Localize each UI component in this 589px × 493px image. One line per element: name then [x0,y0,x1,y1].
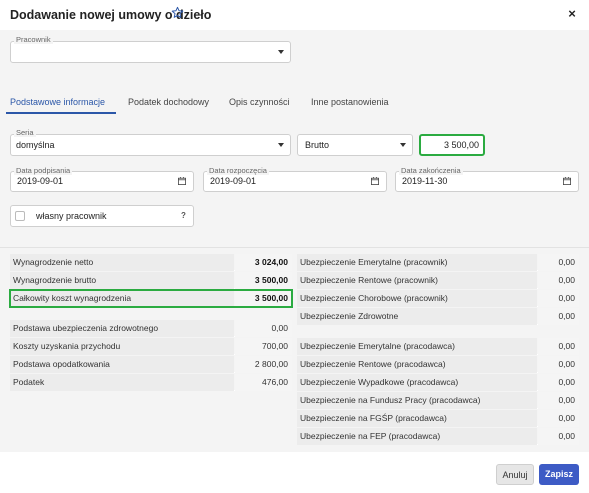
end-date-label: Data zakończenia [399,166,463,175]
row-label: Wynagrodzenie netto [10,254,234,271]
seria-label: Seria [14,128,36,137]
row-value: 0,00 [538,272,579,289]
table-row: Wynagrodzenie brutto 3 500,00 [10,272,292,289]
row-value: 0,00 [538,290,579,307]
sign-date-label: Data podpisania [14,166,73,175]
start-date-label: Data rozpoczęcia [207,166,269,175]
table-row: Ubezpieczenie Emerytalne (pracownik) 0,00 [297,254,579,271]
employee-insurance-table: Ubezpieczenie Emerytalne (pracownik) 0,00… [297,254,579,326]
table-row: Koszty uzyskania przychodu 700,00 [10,338,292,355]
help-icon[interactable]: ? [181,211,186,220]
amount-type-value: Brutto [305,140,330,150]
row-label: Ubezpieczenie Rentowe (pracownik) [297,272,537,289]
table-row: Ubezpieczenie na FGŚP (pracodawca) 0,00 [297,410,579,427]
seria-select[interactable]: domyślna [10,134,291,156]
row-value: 2 800,00 [235,356,292,373]
employee-select[interactable] [10,41,291,63]
sign-date-value: 2019-09-01 [17,176,64,186]
row-value: 3 024,00 [235,254,292,271]
tab-activity-description[interactable]: Opis czynności [229,97,290,107]
table-row: Podstawa ubezpieczenia zdrowotnego 0,00 [10,320,292,337]
calendar-icon[interactable] [371,177,379,185]
tab-other-provisions[interactable]: Inne postanowienia [311,97,389,107]
chevron-down-icon [278,143,284,147]
row-label: Ubezpieczenie na FGŚP (pracodawca) [297,410,537,427]
tab-basic-info[interactable]: Podstawowe informacje [10,97,105,107]
amount-type-select[interactable]: Brutto [297,134,413,156]
cancel-button[interactable]: Anuluj [496,464,534,485]
row-value: 0,00 [538,374,579,391]
row-label: Ubezpieczenie Emerytalne (pracownik) [297,254,537,271]
row-value: 3 500,00 [235,272,292,289]
start-date-value: 2019-09-01 [210,176,257,186]
row-value: 0,00 [235,320,292,337]
row-label: Ubezpieczenie Emerytalne (pracodawca) [297,338,537,355]
row-value: 0,00 [538,308,579,325]
employer-insurance-table: Ubezpieczenie Emerytalne (pracodawca) 0,0… [297,338,579,446]
own-employee-row: własny pracownik ? [10,205,194,227]
table-row: Ubezpieczenie na Fundusz Pracy (pracodaw… [297,392,579,409]
row-value: 0,00 [538,392,579,409]
highlight-frame [9,289,293,308]
row-value: 476,00 [235,374,292,391]
table-row: Podstawa opodatkowania 2 800,00 [10,356,292,373]
table-row: Podatek 476,00 [10,374,292,391]
table-row: Ubezpieczenie Wypadkowe (pracodawca) 0,00 [297,374,579,391]
row-label: Podstawa ubezpieczenia zdrowotnego [10,320,234,337]
table-row: Ubezpieczenie Emerytalne (pracodawca) 0,0… [297,338,579,355]
star-icon[interactable] [171,6,184,19]
divider [0,247,589,248]
table-row: Wynagrodzenie netto 3 024,00 [10,254,292,271]
row-value: 0,00 [538,356,579,373]
row-value: 0,00 [538,338,579,355]
tab-income-tax[interactable]: Podatek dochodowy [128,97,209,107]
table-row: Ubezpieczenie Chorobowe (pracownik) 0,00 [297,290,579,307]
row-label: Ubezpieczenie na FEP (pracodawca) [297,428,537,445]
calendar-icon[interactable] [563,177,571,185]
chevron-down-icon [400,143,406,147]
amount-value: 3 500,00 [443,140,479,150]
own-employee-checkbox[interactable] [15,211,25,221]
close-icon[interactable]: × [566,7,578,20]
row-label: Wynagrodzenie brutto [10,272,234,289]
seria-value: domyślna [16,140,55,150]
salary-summary-table: Wynagrodzenie netto 3 024,00 Wynagrodzenie… [9,254,293,308]
row-label: Ubezpieczenie Wypadkowe (pracodawca) [297,374,537,391]
own-employee-label: własny pracownik [36,211,107,221]
row-value: 700,00 [235,338,292,355]
amount-input[interactable]: 3 500,00 [419,134,485,156]
row-label: Podatek [10,374,234,391]
save-button[interactable]: Zapisz [539,464,579,485]
row-label: Ubezpieczenie na Fundusz Pracy (pracodaw… [297,392,537,409]
table-row: Ubezpieczenie na FEP (pracodawca) 0,00 [297,428,579,445]
row-label: Koszty uzyskania przychodu [10,338,234,355]
table-row: Ubezpieczenie Zdrowotne 0,00 [297,308,579,325]
chevron-down-icon [278,50,284,54]
row-label: Ubezpieczenie Rentowe (pracodawca) [297,356,537,373]
table-row: Ubezpieczenie Rentowe (pracodawca) 0,00 [297,356,579,373]
row-value: 0,00 [538,428,579,445]
row-value: 0,00 [538,254,579,271]
active-tab-indicator [6,112,116,114]
row-label: Ubezpieczenie Chorobowe (pracownik) [297,290,537,307]
row-label: Podstawa opodatkowania [10,356,234,373]
end-date-value: 2019-11-30 [402,176,448,186]
employee-label: Pracownik [14,35,53,44]
calendar-icon[interactable] [178,177,186,185]
table-row: Ubezpieczenie Rentowe (pracownik) 0,00 [297,272,579,289]
tax-summary-table: Podstawa ubezpieczenia zdrowotnego 0,00 Ko… [10,320,292,392]
row-value: 0,00 [538,410,579,427]
row-label: Ubezpieczenie Zdrowotne [297,308,537,325]
